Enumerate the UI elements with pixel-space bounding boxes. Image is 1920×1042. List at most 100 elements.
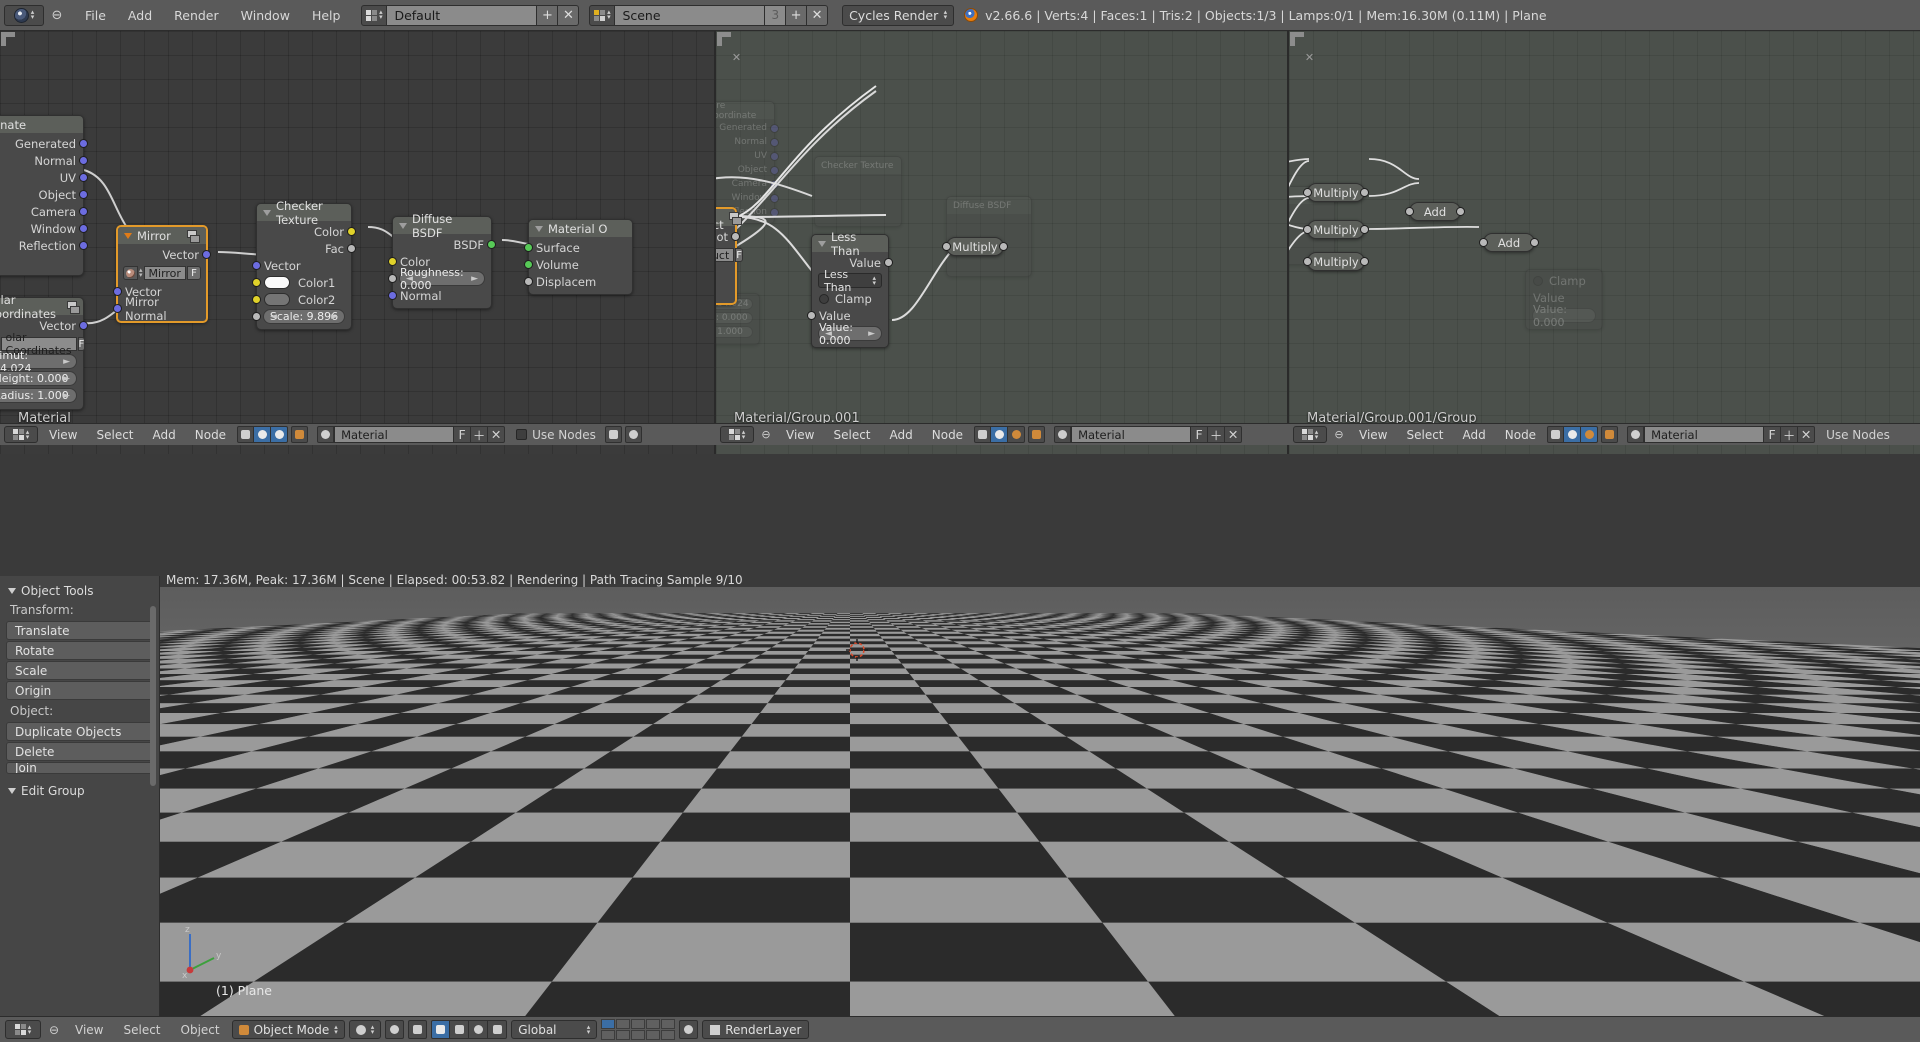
socket-value[interactable] [1405, 207, 1414, 216]
clamp-checkbox[interactable] [819, 294, 829, 304]
chevron-right-icon[interactable]: ► [868, 329, 875, 339]
group-datablock-selector[interactable]: ▴▾ Mirror F [123, 265, 201, 281]
node-header[interactable]: Multiply [1308, 253, 1364, 270]
node-editor-middle[interactable]: ✕ ture Coordinate Generated Normal UV Ob… [716, 31, 1289, 454]
collapse-icon[interactable]: ⊖ [45, 1023, 63, 1037]
scale-manipulator-icon[interactable] [488, 1020, 507, 1039]
object-shader-icon[interactable] [1547, 426, 1564, 443]
toolshelf-scrollbar[interactable] [150, 606, 156, 786]
node-input-row[interactable]: ◄ Roughness: 0.000 ► [393, 270, 491, 287]
node-input-row[interactable]: Vector [716, 282, 735, 299]
node-polar-coordinates[interactable]: Polar Coordinates Vector ▴▾ olar Coordin… [0, 297, 84, 410]
render-engine-selector[interactable]: Cycles Render ▴▾ [842, 5, 954, 26]
translate-button[interactable]: Translate [6, 621, 153, 640]
socket-value[interactable] [1530, 238, 1539, 247]
unlink-material-button[interactable]: ✕ [1798, 426, 1815, 443]
node-header[interactable]: Multiply [1308, 184, 1364, 201]
join-button[interactable]: Join [6, 762, 153, 774]
new-material-button[interactable]: ＋ [1781, 426, 1798, 443]
proportional-edit-icon[interactable] [625, 426, 642, 443]
collapse-icon[interactable]: ⊖ [48, 8, 66, 23]
node-add-1[interactable]: Add [1409, 202, 1461, 221]
screen-layout-selector[interactable]: ▴▾ Default + ✕ [361, 5, 579, 26]
node-less-than[interactable]: Less Than Value Less Than ▴▾ Clamp Value… [811, 234, 889, 348]
browse-material-icon[interactable] [1054, 426, 1071, 443]
browse-material-icon[interactable] [317, 426, 334, 443]
add-screen-button[interactable]: + [537, 5, 558, 26]
fake-user-button[interactable]: F [735, 248, 743, 262]
object-shader-icon[interactable] [974, 426, 991, 443]
pivot-point-icon[interactable] [385, 1020, 404, 1039]
use-nodes-checkbox[interactable] [516, 429, 527, 440]
chevron-left-icon[interactable]: ◄ [406, 274, 413, 284]
layer-cell[interactable] [631, 1019, 645, 1029]
node-header[interactable]: Checker Texture [257, 204, 351, 221]
socket-color[interactable] [252, 278, 261, 287]
socket-value[interactable] [1479, 238, 1488, 247]
socket-vector[interactable] [113, 304, 122, 313]
socket-shader[interactable] [524, 243, 533, 252]
panel-header-object-tools[interactable]: Object Tools [0, 582, 159, 600]
socket-value[interactable] [1360, 188, 1369, 197]
field-value[interactable]: ◄ Value: 0.000 ► [818, 326, 882, 341]
node-header[interactable]: Multiply [1308, 221, 1364, 238]
node-group-icon[interactable] [187, 230, 200, 242]
editor-type-selector[interactable]: ▴▾ [5, 1020, 41, 1039]
chevron-down-icon[interactable] [263, 210, 271, 216]
menu-item-add[interactable]: Add [882, 426, 921, 444]
close-icon[interactable]: ✕ [730, 51, 743, 64]
node-editor-left[interactable]: ture Coordinate Generated Normal UV Obje… [0, 31, 716, 454]
menu-item-node[interactable]: Node [924, 426, 971, 444]
node-output-row[interactable]: Vector [118, 246, 206, 263]
material-slot-icon[interactable] [291, 426, 308, 443]
rotate-manipulator-icon[interactable] [469, 1020, 488, 1039]
socket-vector[interactable] [79, 321, 88, 330]
node-header[interactable]: Diffuse BSDF [393, 217, 491, 234]
material-datablock-field[interactable]: Material [334, 426, 454, 443]
node-output-row[interactable]: Fac [257, 240, 351, 257]
menu-item-add[interactable]: Add [145, 426, 184, 444]
socket-value[interactable] [252, 312, 261, 321]
node-multiply-1[interactable]: Multiply [1307, 183, 1365, 202]
socket-vector[interactable] [113, 287, 122, 296]
node-header[interactable]: Material O [529, 220, 632, 237]
collapse-icon[interactable]: ⊖ [1330, 428, 1348, 441]
new-material-button[interactable]: ＋ [471, 426, 488, 443]
menu-item-render[interactable]: Render [163, 5, 230, 26]
color2-swatch[interactable] [264, 293, 290, 306]
node-input-row[interactable]: Surface [529, 239, 632, 256]
group-name-field[interactable]: Mirror [144, 266, 186, 280]
mode-selector[interactable]: Object Mode ▴▾ [232, 1020, 345, 1039]
socket-value[interactable] [524, 277, 533, 286]
socket-color[interactable] [347, 227, 356, 236]
editor-type-selector[interactable]: ▴▾ [4, 426, 38, 443]
translate-manipulator-icon[interactable] [450, 1020, 469, 1039]
socket-color[interactable] [252, 295, 261, 304]
node-multiply-middle[interactable]: Multiply [946, 237, 1004, 256]
delete-button[interactable]: Delete [6, 742, 153, 761]
unlink-material-button[interactable]: ✕ [488, 426, 505, 443]
menu-item-view[interactable]: View [778, 426, 822, 444]
delete-screen-button[interactable]: ✕ [558, 5, 579, 26]
node-output-row[interactable]: Generated [0, 135, 83, 152]
material-slot-icon[interactable] [1028, 426, 1045, 443]
chevron-right-icon[interactable]: ► [331, 312, 338, 322]
chevron-right-icon[interactable]: ► [63, 391, 70, 401]
field-scale[interactable]: ◄ Scale: 9.896 ► [263, 309, 345, 324]
menu-item-select[interactable]: Select [825, 426, 878, 444]
group-datablock-selector[interactable]: ▴▾ Product F [716, 247, 730, 263]
socket-value[interactable] [1303, 188, 1312, 197]
node-header[interactable]: ture Coordinate [0, 116, 83, 133]
node-input-row[interactable]: Color2 [257, 291, 351, 308]
delete-scene-button[interactable]: ✕ [807, 5, 828, 26]
area-corner-handle[interactable] [717, 32, 728, 43]
node-editor-right[interactable]: ✕ Clamp Value Value: 0.000 [1289, 31, 1920, 454]
socket-value[interactable] [731, 232, 740, 241]
color1-swatch[interactable] [264, 276, 290, 289]
socket-value[interactable] [1456, 207, 1465, 216]
node-output-row[interactable]: Camera [0, 203, 83, 220]
close-icon[interactable]: ✕ [1303, 51, 1316, 64]
node-output-row[interactable]: Object [0, 186, 83, 203]
manipulator-toggle-icon[interactable] [431, 1020, 450, 1039]
chevron-down-icon[interactable] [8, 588, 16, 594]
